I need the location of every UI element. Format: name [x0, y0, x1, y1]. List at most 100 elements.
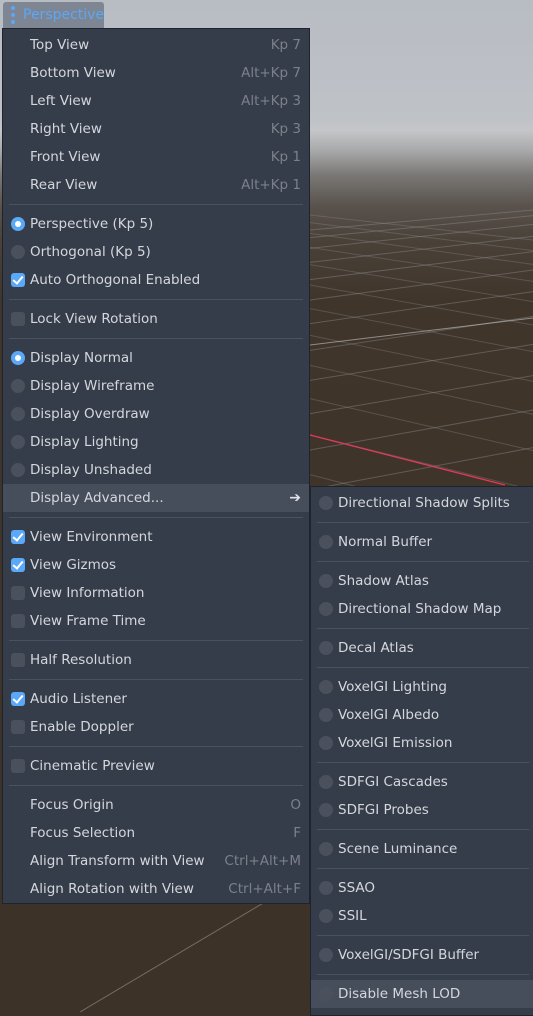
- radio-unselected-icon[interactable]: [319, 909, 333, 923]
- radio-unselected-icon[interactable]: [319, 775, 333, 789]
- menu-item-left-view[interactable]: Left View Alt+Kp 3: [3, 87, 309, 115]
- checkbox-unchecked-icon[interactable]: [11, 720, 25, 734]
- menu-item-label: View Frame Time: [30, 613, 146, 629]
- menu-item-label: Display Advanced...: [30, 490, 164, 506]
- menu-item-enable-doppler[interactable]: Enable Doppler: [3, 713, 309, 741]
- menu-item-voxelgi-lighting[interactable]: VoxelGI Lighting: [311, 673, 533, 701]
- menu-item-display-lighting[interactable]: Display Lighting: [3, 428, 309, 456]
- menu-item-align-rotation-with-view[interactable]: Align Rotation with View Ctrl+Alt+F: [3, 875, 309, 903]
- menu-item-bottom-view[interactable]: Bottom View Alt+Kp 7: [3, 59, 309, 87]
- checkbox-unchecked-icon[interactable]: [11, 653, 25, 667]
- checkbox-unchecked-icon[interactable]: [11, 312, 25, 326]
- menu-item-view-gizmos[interactable]: View Gizmos: [3, 551, 309, 579]
- menu-item-sdfgi-cascades[interactable]: SDFGI Cascades: [311, 768, 533, 796]
- menu-item-view-environment[interactable]: View Environment: [3, 523, 309, 551]
- menu-item-scene-luminance[interactable]: Scene Luminance: [311, 835, 533, 863]
- checkbox-unchecked-icon[interactable]: [11, 759, 25, 773]
- menu-item-focus-origin[interactable]: Focus Origin O: [3, 791, 309, 819]
- menu-item-half-resolution[interactable]: Half Resolution: [3, 646, 309, 674]
- radio-unselected-icon[interactable]: [11, 463, 25, 477]
- radio-unselected-icon[interactable]: [319, 881, 333, 895]
- menu-item-label: Left View: [30, 93, 92, 109]
- menu-item-lock-view-rotation[interactable]: Lock View Rotation: [3, 305, 309, 333]
- menu-item-front-view[interactable]: Front View Kp 1: [3, 143, 309, 171]
- menu-item-label: Shadow Atlas: [338, 573, 429, 589]
- view-menu-button[interactable]: Perspective: [3, 2, 104, 28]
- radio-unselected-icon[interactable]: [11, 435, 25, 449]
- menu-item-cinematic-preview[interactable]: Cinematic Preview: [3, 752, 309, 780]
- menu-item-label: Display Lighting: [30, 434, 139, 450]
- radio-unselected-icon[interactable]: [319, 987, 333, 1001]
- menu-item-ssil[interactable]: SSIL: [311, 902, 533, 930]
- menu-item-focus-selection[interactable]: Focus Selection F: [3, 819, 309, 847]
- menu-item-directional-shadow-map[interactable]: Directional Shadow Map: [311, 595, 533, 623]
- menu-separator: [3, 780, 309, 791]
- radio-unselected-icon[interactable]: [319, 842, 333, 856]
- radio-unselected-icon[interactable]: [319, 708, 333, 722]
- radio-unselected-icon[interactable]: [319, 602, 333, 616]
- menu-item-voxelgi-emission[interactable]: VoxelGI Emission: [311, 729, 533, 757]
- checkbox-checked-icon[interactable]: [11, 558, 25, 572]
- menu-separator: [3, 294, 309, 305]
- radio-unselected-icon[interactable]: [319, 641, 333, 655]
- menu-item-display-normal[interactable]: Display Normal: [3, 344, 309, 372]
- menu-item-audio-listener[interactable]: Audio Listener: [3, 685, 309, 713]
- menu-item-label: Align Rotation with View: [30, 881, 194, 897]
- menu-item-label: Auto Orthogonal Enabled: [30, 272, 201, 288]
- menu-item-display-wireframe[interactable]: Display Wireframe: [3, 372, 309, 400]
- menu-item-view-information[interactable]: View Information: [3, 579, 309, 607]
- menu-item-display-overdraw[interactable]: Display Overdraw: [3, 400, 309, 428]
- menu-item-align-transform-with-view[interactable]: Align Transform with View Ctrl+Alt+M: [3, 847, 309, 875]
- menu-item-label: Decal Atlas: [338, 640, 414, 656]
- menu-item-directional-shadow-splits[interactable]: Directional Shadow Splits: [311, 489, 533, 517]
- radio-unselected-icon[interactable]: [319, 803, 333, 817]
- menu-item-label: Display Normal: [30, 350, 133, 366]
- radio-selected-icon[interactable]: [11, 217, 25, 231]
- menu-item-voxelgi-albedo[interactable]: VoxelGI Albedo: [311, 701, 533, 729]
- menu-item-shadow-atlas[interactable]: Shadow Atlas: [311, 567, 533, 595]
- menu-separator: [311, 517, 533, 528]
- menu-item-rear-view[interactable]: Rear View Alt+Kp 1: [3, 171, 309, 199]
- menu-item-label: SSAO: [338, 880, 376, 896]
- menu-item-label: Front View: [30, 149, 101, 165]
- menu-item-label: Display Wireframe: [30, 378, 155, 394]
- menu-separator: [3, 635, 309, 646]
- grid-line: [309, 251, 533, 281]
- menu-item-auto-orthogonal-enabled[interactable]: Auto Orthogonal Enabled: [3, 266, 309, 294]
- radio-unselected-icon[interactable]: [11, 379, 25, 393]
- menu-item-voxelgi-sdfgi-buffer[interactable]: VoxelGI/SDFGI Buffer: [311, 941, 533, 969]
- checkbox-checked-icon[interactable]: [11, 273, 25, 287]
- radio-unselected-icon[interactable]: [319, 736, 333, 750]
- menu-item-display-unshaded[interactable]: Display Unshaded: [3, 456, 309, 484]
- checkbox-unchecked-icon[interactable]: [11, 586, 25, 600]
- radio-unselected-icon[interactable]: [319, 680, 333, 694]
- menu-item-right-view[interactable]: Right View Kp 3: [3, 115, 309, 143]
- radio-unselected-icon[interactable]: [11, 407, 25, 421]
- menu-item-sdfgi-probes[interactable]: SDFGI Probes: [311, 796, 533, 824]
- menu-item-shortcut: Ctrl+Alt+M: [224, 853, 301, 869]
- menu-item-orthogonal-kp-5[interactable]: Orthogonal (Kp 5): [3, 238, 309, 266]
- menu-item-decal-atlas[interactable]: Decal Atlas: [311, 634, 533, 662]
- menu-item-view-frame-time[interactable]: View Frame Time: [3, 607, 309, 635]
- menu-item-perspective-kp-5[interactable]: Perspective (Kp 5): [3, 210, 309, 238]
- submenu-arrow-icon: ➔: [289, 490, 301, 506]
- checkbox-unchecked-icon[interactable]: [11, 614, 25, 628]
- grid-line: [79, 901, 266, 1012]
- checkbox-checked-icon[interactable]: [11, 530, 25, 544]
- menu-item-ssao[interactable]: SSAO: [311, 874, 533, 902]
- menu-item-label: SDFGI Probes: [338, 802, 429, 818]
- menu-item-label: SDFGI Cascades: [338, 774, 448, 790]
- radio-unselected-icon[interactable]: [319, 496, 333, 510]
- menu-item-normal-buffer[interactable]: Normal Buffer: [311, 528, 533, 556]
- radio-selected-icon[interactable]: [11, 351, 25, 365]
- menu-item-disable-mesh-lod[interactable]: Disable Mesh LOD: [311, 980, 533, 1008]
- menu-separator: [3, 512, 309, 523]
- menu-item-label: View Information: [30, 585, 145, 601]
- radio-unselected-icon[interactable]: [319, 574, 333, 588]
- menu-item-display-advanced[interactable]: Display Advanced... ➔: [3, 484, 309, 512]
- checkbox-checked-icon[interactable]: [11, 692, 25, 706]
- radio-unselected-icon[interactable]: [319, 948, 333, 962]
- radio-unselected-icon[interactable]: [319, 535, 333, 549]
- radio-unselected-icon[interactable]: [11, 245, 25, 259]
- menu-item-top-view[interactable]: Top View Kp 7: [3, 31, 309, 59]
